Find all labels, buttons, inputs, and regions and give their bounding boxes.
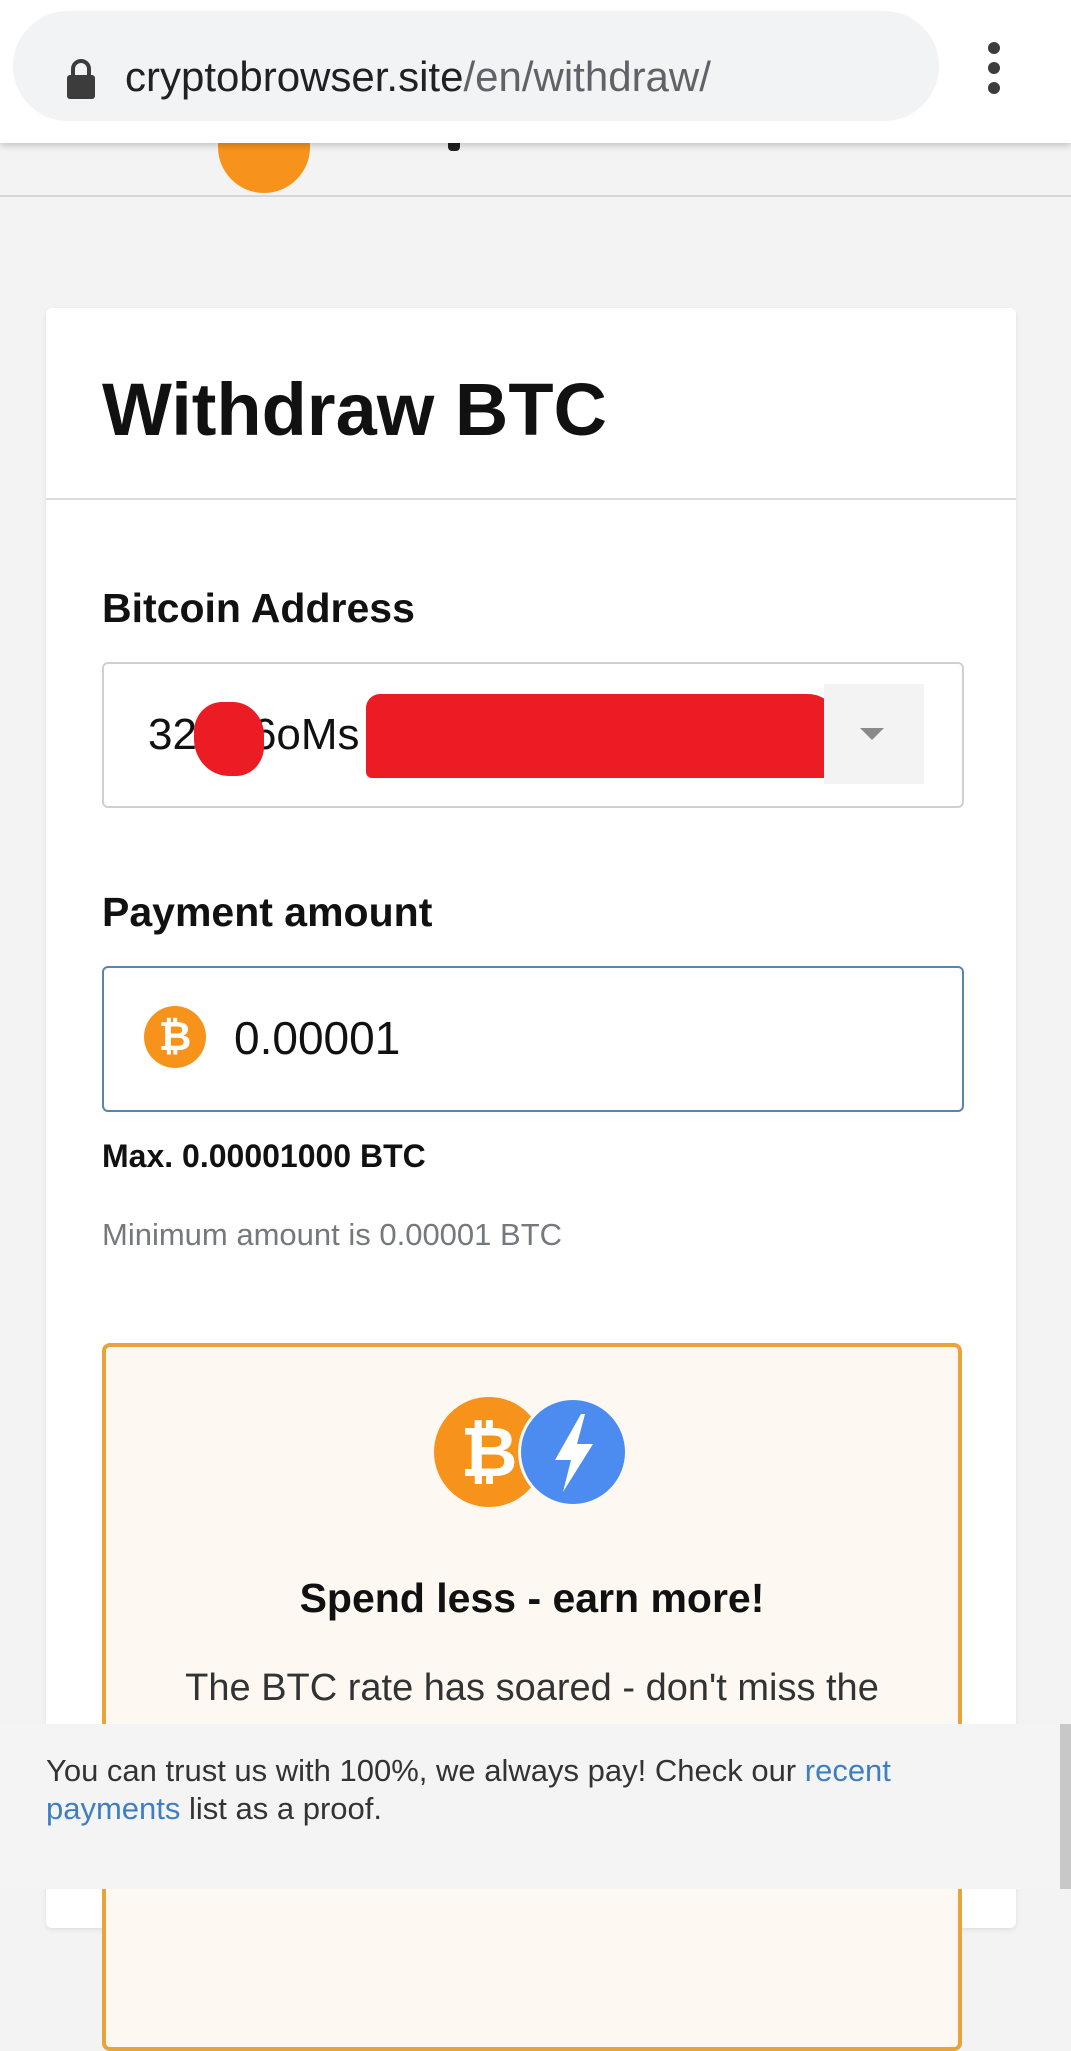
notice-text-after: list as a proof.: [180, 1791, 382, 1826]
browser-toolbar: cryptobrowser.site/en/withdraw/: [0, 0, 1071, 143]
payment-amount-label: Payment amount: [102, 889, 433, 935]
page-title: Withdraw BTC: [102, 368, 607, 451]
scrollbar[interactable]: [1060, 1724, 1071, 1889]
more-options-icon[interactable]: [982, 42, 1006, 94]
site-logo-icon[interactable]: [218, 143, 310, 193]
url-text: cryptobrowser.site/en/withdraw/: [125, 51, 711, 103]
promo-box: ₿ Spend less - earn more! The BTC rate h…: [102, 1343, 962, 2051]
site-logo-text-fragment: [448, 143, 460, 151]
lightning-bolt-icon: [518, 1397, 628, 1507]
bitcoin-icon: ₿: [144, 1006, 206, 1068]
divider: [46, 498, 1016, 500]
chevron-down-icon: [860, 728, 884, 740]
address-visible-mid: 6oMs: [251, 710, 360, 759]
redaction-mark: [194, 702, 264, 776]
trust-notice-text: You can trust us with 100%, we always pa…: [46, 1752, 996, 1828]
payment-amount-input[interactable]: [234, 1004, 934, 1072]
bitcoin-address-label: Bitcoin Address: [102, 585, 415, 631]
notice-text-before: You can trust us with 100%, we always pa…: [46, 1753, 805, 1788]
lock-icon: [67, 59, 95, 99]
redaction-mark: [366, 694, 838, 778]
withdraw-card: Withdraw BTC Bitcoin Address 32 6oMs Paym…: [46, 308, 1016, 2051]
promo-text: The BTC rate has soared - don't miss the: [185, 1667, 879, 1709]
payment-amount-field[interactable]: ₿: [102, 966, 964, 1112]
promo-title: Spend less - earn more!: [299, 1575, 765, 1621]
bitcoin-address-select[interactable]: 32 6oMs: [102, 662, 964, 808]
site-header: [0, 143, 1071, 197]
url-host: cryptobrowser.site: [125, 53, 464, 100]
address-bar[interactable]: cryptobrowser.site/en/withdraw/: [13, 11, 939, 121]
trust-notice-bar: You can trust us with 100%, we always pa…: [0, 1724, 1071, 1889]
min-amount-text: Minimum amount is 0.00001 BTC: [102, 1217, 563, 1252]
max-amount-text[interactable]: Max. 0.00001000 BTC: [102, 1136, 426, 1176]
url-path: /en/withdraw/: [463, 53, 711, 100]
select-arrow-button[interactable]: [824, 684, 924, 784]
address-visible-start: 32: [148, 710, 197, 759]
